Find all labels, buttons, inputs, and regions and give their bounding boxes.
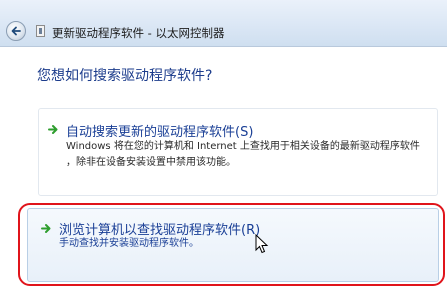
back-arrow-icon: [11, 26, 21, 36]
green-arrow-icon: [48, 125, 58, 134]
device-icon: [36, 25, 45, 37]
mouse-pointer-icon: [255, 234, 269, 254]
back-button[interactable]: [6, 21, 26, 41]
window-title: 更新驱动程序软件 - 以太网控制器: [52, 26, 225, 40]
option-auto-search[interactable]: 自动搜索更新的驱动程序软件(S) Windows 将在您的计算机和 Intern…: [38, 108, 438, 196]
option-auto-search-desc-line1: Windows 将在您的计算机和 Internet 上查找用于相关设备的最新驱动…: [66, 141, 420, 152]
option-auto-search-desc-line2: ，除非在设备安装设置中禁用该功能。: [66, 157, 236, 168]
option-auto-search-title: 自动搜索更新的驱动程序软件(S): [66, 125, 254, 140]
annotation-highlight-box: [18, 203, 445, 286]
title-bar: 更新驱动程序软件 - 以太网控制器: [0, 0, 447, 47]
page-question: 您想如何搜索驱动程序软件?: [37, 68, 213, 84]
